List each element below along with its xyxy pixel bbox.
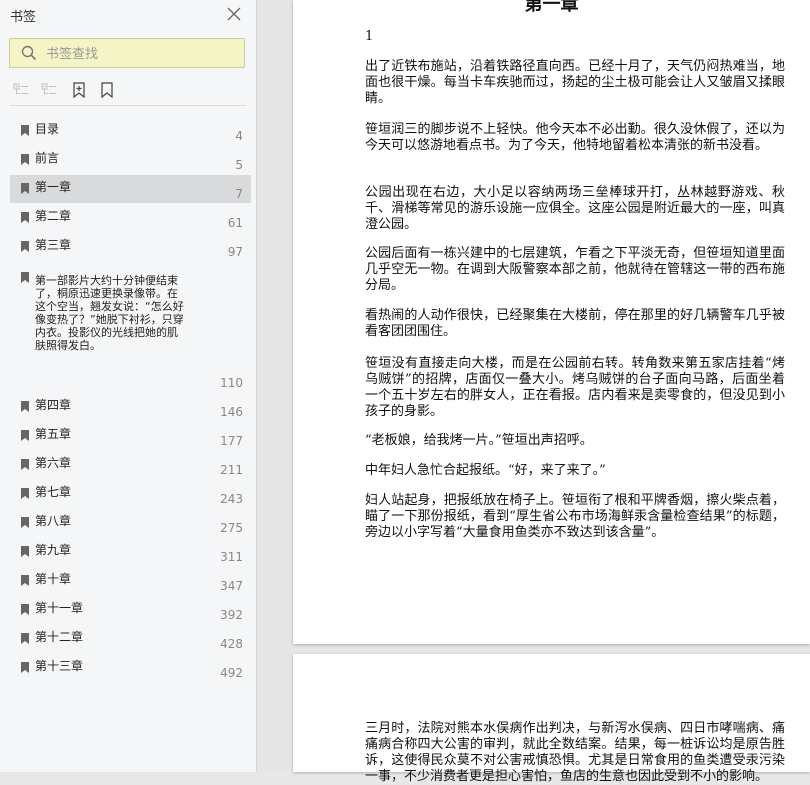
- bookmark-item[interactable]: 第四章 146: [10, 393, 251, 421]
- bookmark-label: 第九章: [35, 543, 72, 557]
- bookmark-icon: [21, 604, 29, 615]
- expand-all-icon[interactable]: [12, 81, 30, 99]
- bookmark-item[interactable]: 第五章 177: [10, 422, 251, 450]
- paragraph: 公园出现在右边，大小足以容纳两场三垒棒球开打，丛林越野游戏、秋千、滑梯等常见的游…: [365, 185, 785, 232]
- chapter-title: 第一章: [524, 0, 579, 15]
- bookmark-icon: [21, 488, 29, 499]
- sidebar-title: 书签: [10, 10, 37, 25]
- bookmark-item[interactable]: 第三章 97: [10, 233, 251, 261]
- document-page: 第一章 1 出了近铁布施站，沿着铁路径直向西。已经十月了，天气仍闷热难当，地面也…: [293, 0, 810, 644]
- bookmark-page-number: 428: [220, 637, 243, 651]
- bookmark-search-input[interactable]: [44, 43, 238, 65]
- paragraph: 出了近铁布施站，沿着铁路径直向西。已经十月了，天气仍闷热难当，地面也很干燥。每当…: [365, 59, 785, 106]
- paragraph: 妇人站起身，把报纸放在椅子上。笹垣衔了根和平牌香烟，擦火柴点着，瞄了一下那份报纸…: [365, 493, 785, 540]
- bookmark-icon: [21, 459, 29, 470]
- bookmark-page-number: 5: [235, 158, 243, 172]
- bookmark-page-number: 61: [227, 216, 243, 230]
- bookmark-label: 第十一章: [35, 601, 84, 615]
- bookmark-icon: [21, 546, 29, 557]
- bookmark-label: 第四章: [35, 398, 72, 412]
- bookmark-icon[interactable]: [98, 81, 116, 99]
- add-bookmark-icon[interactable]: [70, 81, 88, 99]
- bookmark-label: 第一章: [35, 180, 72, 194]
- bookmark-label: 第二章: [35, 209, 72, 223]
- bookmark-page-number: 211: [220, 463, 243, 477]
- sidebar-divider: [10, 105, 246, 106]
- close-icon[interactable]: [226, 6, 242, 22]
- bookmark-item[interactable]: 第九章 311: [10, 538, 251, 566]
- bookmark-page-number: 275: [220, 521, 243, 535]
- bookmark-icon: [21, 575, 29, 586]
- paragraph: 三月时，法院对熊本水俣病作出判决，与新泻水俣病、四日市哮喘病、痛痛病合称四大公害…: [365, 721, 785, 784]
- bookmark-page-number: 7: [235, 187, 243, 201]
- paragraph: 笹垣润三的脚步说不上轻快。他今天本不必出勤。很久没休假了，还以为今天可以悠游地看…: [365, 122, 785, 153]
- bookmark-icon: [21, 662, 29, 673]
- bookmark-page-number: 177: [220, 434, 243, 448]
- bookmark-icon: [21, 154, 29, 165]
- bookmark-page-number: 392: [220, 608, 243, 622]
- paragraph: 中年妇人急忙合起报纸。“好，来了来了。”: [365, 463, 606, 478]
- bookmark-page-number: 146: [220, 405, 243, 419]
- bookmark-item[interactable]: 目录 4: [10, 117, 251, 145]
- bookmark-page-number: 347: [220, 579, 243, 593]
- bookmark-label: 第十二章: [35, 630, 84, 644]
- bookmark-label: 第十章: [35, 572, 72, 586]
- bookmark-label: 目录: [35, 122, 60, 136]
- bookmark-item-active[interactable]: 第一章 7: [10, 175, 251, 203]
- bookmark-icon: [21, 212, 29, 223]
- bookmark-label: 第七章: [35, 485, 72, 499]
- collapse-all-icon[interactable]: [40, 81, 58, 99]
- bookmark-icon: [21, 401, 29, 412]
- paragraph: 公园后面有一栋兴建中的七层建筑，乍看之下平淡无奇，但笹垣知道里面几乎空无一物。在…: [365, 246, 785, 293]
- bookmark-label: 第十三章: [35, 659, 84, 673]
- bookmark-icon: [21, 430, 29, 441]
- bookmark-item[interactable]: 第八章 275: [10, 509, 251, 537]
- bookmark-label: 第六章: [35, 456, 72, 470]
- bookmark-label: 第一部影片大约十分钟便结束了，桐原迅速更换录像带。在这个空当，翘发女说：“怎么好…: [35, 274, 184, 352]
- bookmark-label: 前言: [35, 151, 60, 165]
- bookmark-item[interactable]: 第一部影片大约十分钟便结束了，桐原迅速更换录像带。在这个空当，翘发女说：“怎么好…: [10, 264, 251, 392]
- bookmark-item[interactable]: 第十二章 428: [10, 625, 251, 653]
- paragraph: “老板娘，给我烤一片。”笹垣出声招呼。: [365, 433, 593, 448]
- bookmark-page-number: 492: [220, 666, 243, 680]
- bookmark-search[interactable]: [9, 38, 245, 68]
- sidebar-header: 书签: [0, 0, 256, 30]
- bookmark-page-number: 110: [220, 376, 243, 390]
- search-icon: [21, 45, 37, 61]
- paragraph: 笹垣没有直接走向大楼，而是在公园前右转。转角数来第五家店挂着“烤乌贼饼”的招牌，…: [365, 356, 785, 419]
- paragraph: 看热闹的人动作很快，已经聚集在大楼前，停在那里的好几辆警车几乎被看客团团围住。: [365, 308, 785, 339]
- document-page-next: 三月时，法院对熊本水俣病作出判决，与新泻水俣病、四日市哮喘病、痛痛病合称四大公害…: [293, 654, 810, 784]
- bookmark-icon: [21, 241, 29, 252]
- bookmark-item[interactable]: 第十章 347: [10, 567, 251, 595]
- bookmark-page-number: 243: [220, 492, 243, 506]
- page-number: 1: [365, 29, 374, 44]
- bookmark-page-number: 4: [235, 129, 243, 143]
- bookmark-icon: [21, 125, 29, 136]
- bookmark-page-number: 311: [220, 550, 243, 564]
- bookmark-icon: [21, 272, 29, 283]
- bookmark-sidebar: 书签 目录: [0, 0, 257, 772]
- bookmark-item[interactable]: 第七章 243: [10, 480, 251, 508]
- bookmark-label: 第八章: [35, 514, 72, 528]
- bookmark-page-number: 97: [227, 245, 243, 259]
- bookmark-label: 第五章: [35, 427, 72, 441]
- bookmark-item[interactable]: 前言 5: [10, 146, 251, 174]
- bookmark-item[interactable]: 第十三章 492: [10, 654, 251, 682]
- bookmark-item[interactable]: 第二章 61: [10, 204, 251, 232]
- document-viewer[interactable]: 第一章 1 出了近铁布施站，沿着铁路径直向西。已经十月了，天气仍闷热难当，地面也…: [257, 0, 810, 784]
- bookmark-icon: [21, 183, 29, 194]
- bookmark-item[interactable]: 第十一章 392: [10, 596, 251, 624]
- bookmark-item[interactable]: 第六章 211: [10, 451, 251, 479]
- bookmark-icon: [21, 633, 29, 644]
- bookmark-label: 第三章: [35, 238, 72, 252]
- bookmark-icon: [21, 517, 29, 528]
